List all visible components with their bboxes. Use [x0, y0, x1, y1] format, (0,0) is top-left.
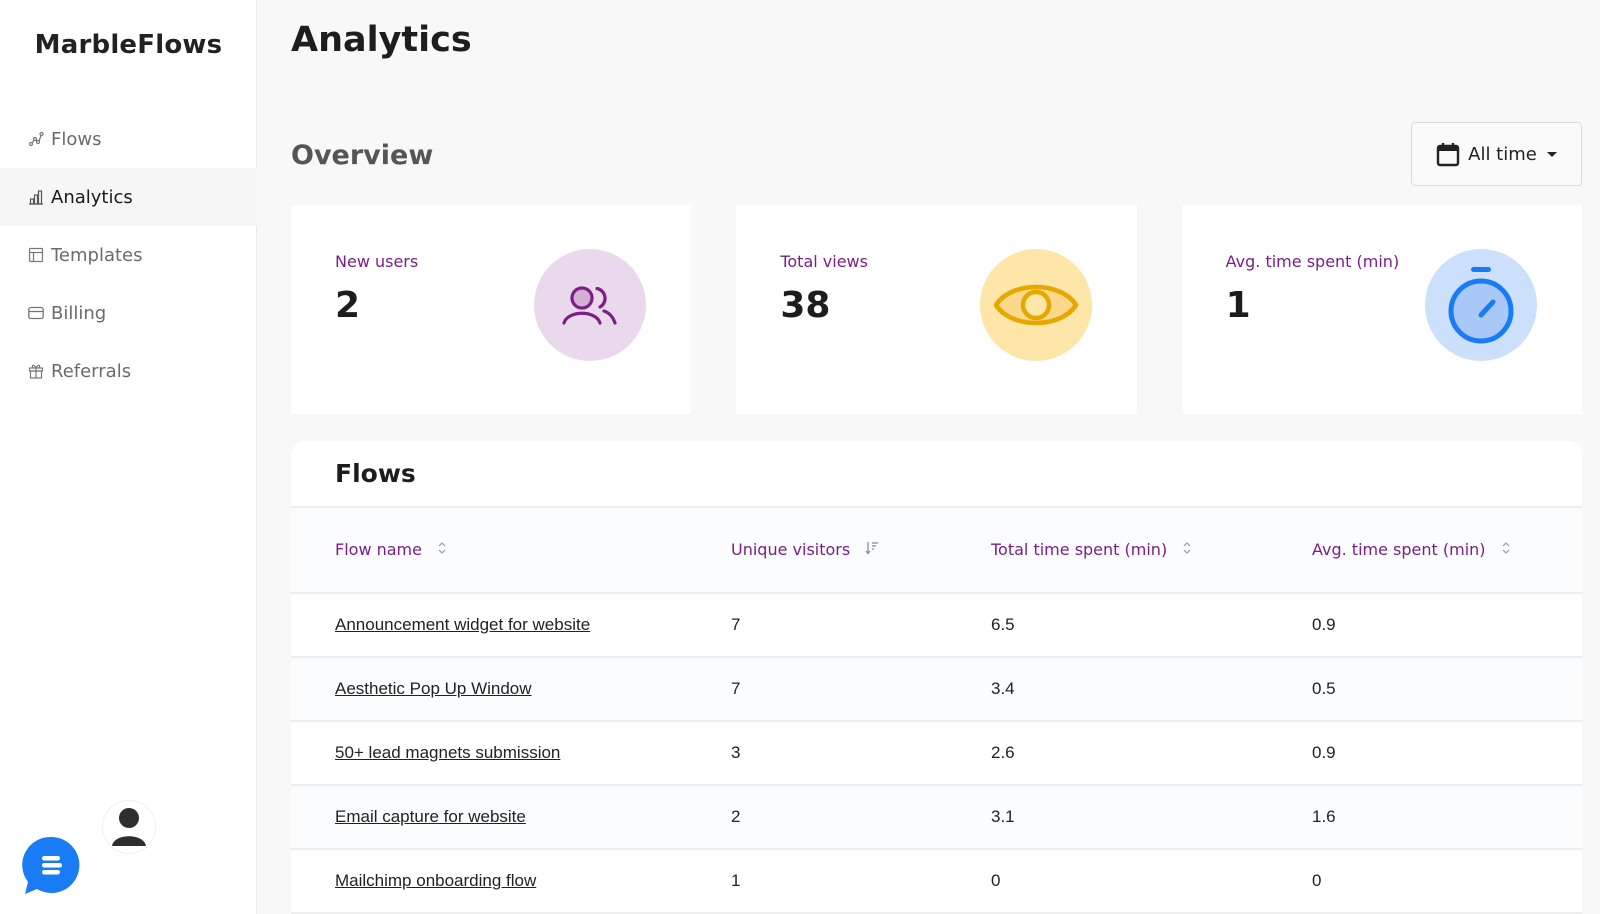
- sort-icon[interactable]: [1501, 540, 1511, 560]
- stat-value: 2: [335, 285, 361, 326]
- stat-label: Avg. time spent (min): [1225, 252, 1400, 271]
- column-header-avg-time[interactable]: Avg. time spent (min): [1312, 508, 1582, 594]
- table-row: Announcement widget for website 7 6.5 0.…: [291, 593, 1582, 658]
- column-header-unique-visitors[interactable]: Unique visitors: [731, 508, 991, 594]
- eye-icon: [993, 284, 1078, 326]
- table-header-row: Flow name Unique visitors Total time spe…: [291, 508, 1582, 594]
- sidebar-item-label: Templates: [51, 244, 143, 266]
- column-label: Unique visitors: [731, 539, 851, 559]
- stat-icon-badge: [979, 249, 1092, 361]
- sidebar-item-label: Billing: [51, 302, 107, 324]
- flows-table-title: Flows: [291, 441, 1582, 508]
- avg-time-cell: 0.5: [1312, 657, 1582, 722]
- sort-descending-icon[interactable]: [865, 540, 879, 560]
- flow-link[interactable]: Email capture for website: [335, 807, 526, 826]
- gift-icon: [27, 362, 45, 380]
- table-row: Email capture for website 2 3.1 1.6: [291, 785, 1582, 850]
- flows-icon: [27, 130, 45, 148]
- credit-card-icon: [27, 304, 45, 322]
- avg-time-cell: 0: [1312, 849, 1582, 914]
- sidebar-item-templates[interactable]: Templates: [0, 226, 257, 284]
- table-row: Mailchimp onboarding flow 1 0 0: [291, 849, 1582, 914]
- stat-card-total-views: Total views 38: [736, 205, 1137, 414]
- stat-card-new-users: New users 2: [291, 205, 692, 414]
- calendar-icon: [1436, 143, 1460, 167]
- avg-time-cell: 0.9: [1312, 721, 1582, 786]
- unique-visitors-cell: 7: [731, 593, 991, 658]
- flow-name-cell: Mailchimp onboarding flow: [291, 849, 731, 914]
- flow-name-cell: Aesthetic Pop Up Window: [291, 657, 731, 722]
- flow-name-cell: 50+ lead magnets submission: [291, 721, 731, 786]
- unique-visitors-cell: 2: [731, 785, 991, 850]
- date-range-value: All time: [1468, 143, 1537, 165]
- column-label: Avg. time spent (min): [1312, 539, 1486, 559]
- overview-cards: New users 2 Total views 38 Avg. time spe…: [291, 205, 1582, 414]
- flows-table: Flow name Unique visitors Total time spe…: [291, 508, 1582, 914]
- page-title: Analytics: [291, 20, 472, 60]
- stat-value: 38: [780, 285, 831, 326]
- unique-visitors-cell: 7: [731, 657, 991, 722]
- stat-label: Total views: [780, 252, 868, 271]
- sidebar-item-label: Flows: [51, 128, 102, 150]
- user-icon: [112, 808, 146, 846]
- stat-card-avg-time: Avg. time spent (min) 1: [1181, 205, 1582, 414]
- chevron-down-icon: [1546, 151, 1557, 157]
- unique-visitors-cell: 1: [731, 849, 991, 914]
- flow-link[interactable]: Mailchimp onboarding flow: [335, 871, 536, 890]
- column-header-flow-name[interactable]: Flow name: [291, 508, 731, 594]
- chat-support-button[interactable]: [22, 836, 81, 895]
- total-time-cell: 3.4: [991, 657, 1312, 722]
- users-icon: [562, 286, 617, 325]
- total-time-cell: 0: [991, 849, 1312, 914]
- date-range-dropdown[interactable]: All time: [1411, 122, 1582, 186]
- chat-bubble-icon: [22, 836, 80, 894]
- table-row: 50+ lead magnets submission 3 2.6 0.9: [291, 721, 1582, 786]
- total-time-cell: 2.6: [991, 721, 1312, 786]
- sort-icon[interactable]: [1182, 540, 1192, 560]
- column-label: Flow name: [335, 539, 422, 559]
- unique-visitors-cell: 3: [731, 721, 991, 786]
- stat-icon-badge: [534, 249, 647, 361]
- avg-time-cell: 0.9: [1312, 593, 1582, 658]
- app-logo[interactable]: MarbleFlows: [0, 30, 257, 60]
- stat-value: 1: [1225, 285, 1251, 326]
- flow-link[interactable]: Aesthetic Pop Up Window: [335, 679, 532, 698]
- sidebar-item-flows[interactable]: Flows: [0, 110, 257, 168]
- user-avatar[interactable]: [102, 800, 156, 854]
- sort-icon[interactable]: [437, 540, 447, 560]
- sidebar: MarbleFlows Flows Analytics Templates Bi…: [0, 0, 257, 914]
- sidebar-item-billing[interactable]: Billing: [0, 284, 257, 342]
- sidebar-item-referrals[interactable]: Referrals: [0, 342, 257, 400]
- flow-link[interactable]: Announcement widget for website: [335, 615, 590, 634]
- column-label: Total time spent (min): [991, 539, 1168, 559]
- layout-icon: [27, 246, 45, 264]
- bar-chart-icon: [27, 188, 45, 206]
- stopwatch-icon: [1448, 267, 1514, 344]
- total-time-cell: 3.1: [991, 785, 1312, 850]
- flows-table-panel: Flows Flow name Unique visitors Total ti…: [291, 441, 1582, 914]
- sidebar-item-label: Analytics: [51, 186, 133, 208]
- flow-link[interactable]: 50+ lead magnets submission: [335, 743, 560, 762]
- flow-name-cell: Announcement widget for website: [291, 593, 731, 658]
- column-header-total-time[interactable]: Total time spent (min): [991, 508, 1312, 594]
- avg-time-cell: 1.6: [1312, 785, 1582, 850]
- flow-name-cell: Email capture for website: [291, 785, 731, 850]
- table-row: Aesthetic Pop Up Window 7 3.4 0.5: [291, 657, 1582, 722]
- sidebar-nav: Flows Analytics Templates Billing Referr…: [0, 110, 257, 400]
- sidebar-item-analytics[interactable]: Analytics: [0, 168, 257, 226]
- total-time-cell: 6.5: [991, 593, 1312, 658]
- sidebar-item-label: Referrals: [51, 360, 132, 382]
- stat-icon-badge: [1424, 249, 1537, 361]
- overview-title: Overview: [291, 140, 434, 171]
- stat-label: New users: [335, 252, 419, 271]
